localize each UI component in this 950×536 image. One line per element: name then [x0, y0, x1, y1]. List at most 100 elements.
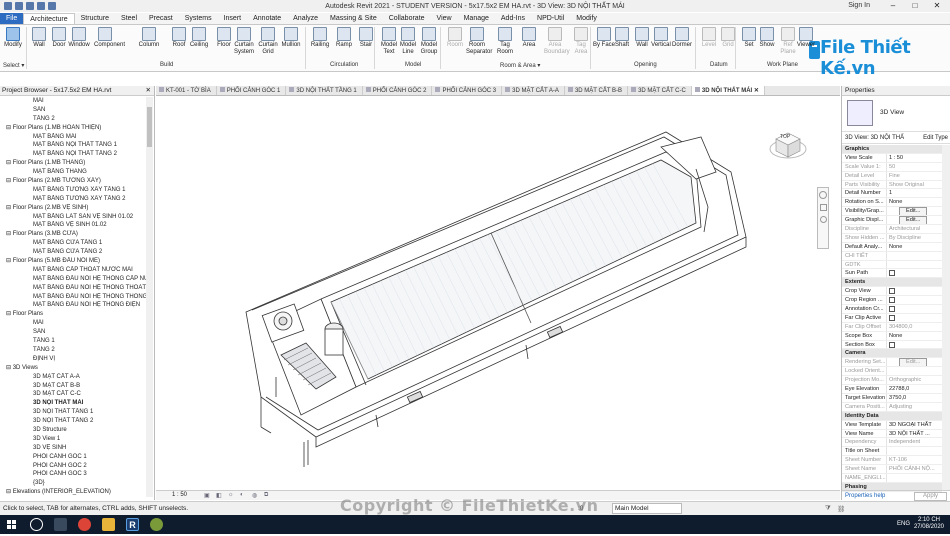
- chrome-icon[interactable]: [78, 518, 91, 531]
- view-tab[interactable]: 3D MẶT CẮT B-B: [565, 86, 629, 95]
- ribbon-group-label[interactable]: Model: [405, 62, 421, 68]
- language-indicator[interactable]: ENG: [897, 521, 910, 527]
- property-checkbox[interactable]: [889, 306, 895, 313]
- tree-category[interactable]: ⊟ Floor Plans: [0, 310, 146, 319]
- tree-item[interactable]: MẶT BẰNG VỆ SINH 01.02: [0, 221, 146, 230]
- tree-item[interactable]: MẶT BẰNG ĐẦU NỐI HỆ THỐNG ĐIỆN: [0, 301, 146, 310]
- tree-item[interactable]: MÁI: [0, 319, 146, 328]
- tool-curtain-system[interactable]: Curtain System: [233, 27, 255, 56]
- ribbon-group-label[interactable]: Opening: [634, 62, 657, 68]
- ribbon-group-label[interactable]: Datum: [710, 62, 728, 68]
- tool-show[interactable]: Show: [756, 27, 778, 49]
- tree-item[interactable]: TẦNG 2: [0, 115, 146, 124]
- property-value[interactable]: 50: [886, 162, 942, 171]
- tree-item[interactable]: ĐỊNH VỊ: [0, 355, 146, 364]
- property-checkbox[interactable]: [889, 270, 895, 277]
- tree-item[interactable]: 3D MẶT CẮT A-A: [0, 373, 146, 382]
- collapse-icon[interactable]: ⊟: [6, 178, 13, 184]
- property-category[interactable]: Graphics: [842, 145, 942, 154]
- ribbon-group-label[interactable]: Room & Area ▾: [500, 62, 540, 69]
- tool-dormer[interactable]: Dormer: [671, 27, 693, 49]
- tab-npd-util[interactable]: NPD-Util: [531, 13, 570, 24]
- tool-shaft[interactable]: Shaft: [611, 27, 633, 49]
- tool-door[interactable]: Door: [48, 27, 70, 49]
- ribbon-group-label[interactable]: Select ▾: [3, 62, 24, 69]
- property-edit-button[interactable]: Edit...: [899, 207, 928, 216]
- file-explorer-icon[interactable]: [102, 518, 115, 531]
- ribbon-group-label[interactable]: Circulation: [330, 62, 358, 68]
- property-category[interactable]: Identity Data: [842, 411, 942, 421]
- view-tab[interactable]: 3D NỘI THẤT TẦNG 1: [286, 86, 363, 95]
- tree-item[interactable]: 3D View 1: [0, 435, 146, 444]
- tool-roof[interactable]: Roof: [168, 27, 190, 49]
- tool-modify[interactable]: Modify: [2, 27, 24, 49]
- tree-item[interactable]: 3D NỘI THẤT MÁI: [0, 399, 146, 408]
- tool-railing[interactable]: Railing: [309, 27, 331, 49]
- instance-selector[interactable]: 3D View: 3D NỘI THẤ Edit Type: [842, 132, 950, 144]
- tab-massing-site[interactable]: Massing & Site: [324, 13, 383, 24]
- tab-add-ins[interactable]: Add-Ins: [495, 13, 531, 24]
- property-checkbox[interactable]: [889, 341, 895, 348]
- property-value[interactable]: KT-106: [886, 456, 942, 465]
- 3d-viewport[interactable]: TOP: [156, 97, 836, 490]
- tree-item[interactable]: MẶT BẰNG TƯỜNG XÂY TẦNG 1: [0, 186, 146, 195]
- model-selector[interactable]: Main Model: [612, 503, 682, 514]
- maximize-icon[interactable]: □: [904, 0, 926, 12]
- tree-item[interactable]: MẶT BẰNG CẤP THOÁT NƯỚC MÁI: [0, 266, 146, 275]
- properties-help-link[interactable]: Properties help: [842, 493, 885, 499]
- tool-tag-room[interactable]: Tag Room: [494, 27, 516, 56]
- collapse-icon[interactable]: ⊟: [6, 365, 13, 371]
- close-tab-icon[interactable]: ✕: [752, 88, 759, 94]
- property-checkbox[interactable]: [889, 297, 895, 304]
- edit-type-button[interactable]: Edit Type: [923, 132, 948, 144]
- detail-level-icon[interactable]: ▣: [204, 492, 210, 499]
- tree-item[interactable]: 3D Structure: [0, 426, 146, 435]
- tree-item[interactable]: MẶT BẰNG LÁT SÀN VỆ SINH 01.02: [0, 213, 146, 222]
- collapse-icon[interactable]: ⊟: [6, 160, 13, 166]
- zoom-icon[interactable]: [819, 204, 827, 211]
- tab-structure[interactable]: Structure: [75, 13, 115, 24]
- tab-file[interactable]: File: [0, 13, 24, 24]
- property-value[interactable]: [886, 447, 942, 456]
- collapse-icon[interactable]: ⊟: [6, 205, 13, 211]
- tree-item[interactable]: MÁI: [0, 97, 146, 106]
- tree-item[interactable]: 3D NỘI THẤT TẦNG 2: [0, 417, 146, 426]
- tree-category[interactable]: ⊟ Floor Plans (3.MB CỬA): [0, 230, 146, 239]
- tool-mullion[interactable]: Mullion: [280, 27, 302, 49]
- collapse-icon[interactable]: ⊟: [6, 489, 13, 495]
- tab-modify[interactable]: Modify: [570, 13, 603, 24]
- property-value[interactable]: [886, 251, 942, 260]
- tree-item[interactable]: PHỐI CẢNH GÓC 3: [0, 470, 146, 479]
- tool-column[interactable]: Column: [138, 27, 160, 49]
- tree-category[interactable]: ⊟ Floor Plans (2.MB VỆ SINH): [0, 204, 146, 213]
- property-value[interactable]: 304800,0: [886, 322, 942, 331]
- property-value[interactable]: Adjusting: [886, 402, 942, 411]
- tree-item[interactable]: MẶT BẰNG MÁI: [0, 133, 146, 142]
- tree-item[interactable]: MẶT BẰNG THANG: [0, 168, 146, 177]
- apply-button[interactable]: Apply: [913, 492, 947, 501]
- tree-item[interactable]: 3D NỘI THẤT TẦNG 1: [0, 408, 146, 417]
- tool-area-boundary[interactable]: Area Boundary: [544, 27, 570, 56]
- property-value[interactable]: [886, 473, 942, 482]
- tool-component[interactable]: Component: [94, 27, 125, 49]
- tree-item[interactable]: TẦNG 2: [0, 346, 146, 355]
- tree-item[interactable]: 3D MẶT CẮT B-B: [0, 382, 146, 391]
- property-value[interactable]: 1 : 50: [886, 153, 942, 162]
- property-value[interactable]: PHỐI CẢNH NỘ...: [886, 465, 942, 473]
- tool-room-separator[interactable]: Room Separator: [466, 27, 492, 56]
- revit-taskbar-icon[interactable]: R: [126, 518, 139, 531]
- property-value[interactable]: 22788,0: [886, 385, 942, 393]
- collapse-icon[interactable]: ⊟: [6, 231, 13, 237]
- tool-room[interactable]: Room: [444, 27, 466, 49]
- property-value[interactable]: By Discipline: [886, 233, 942, 242]
- property-value[interactable]: 3D NỘI THẤT ...: [886, 429, 942, 438]
- tab-insert[interactable]: Insert: [218, 13, 248, 24]
- view-tab[interactable]: 3D MẶT CẮT C-C: [628, 86, 692, 95]
- property-value[interactable]: Architectural: [886, 225, 942, 233]
- close-icon[interactable]: ✕: [146, 86, 151, 96]
- property-value[interactable]: 3750,0: [886, 393, 942, 402]
- property-checkbox[interactable]: [889, 288, 895, 295]
- project-browser-scrollbar[interactable]: [146, 97, 153, 497]
- property-edit-button[interactable]: Edit...: [899, 358, 928, 367]
- view-scale[interactable]: 1 : 50: [172, 492, 187, 498]
